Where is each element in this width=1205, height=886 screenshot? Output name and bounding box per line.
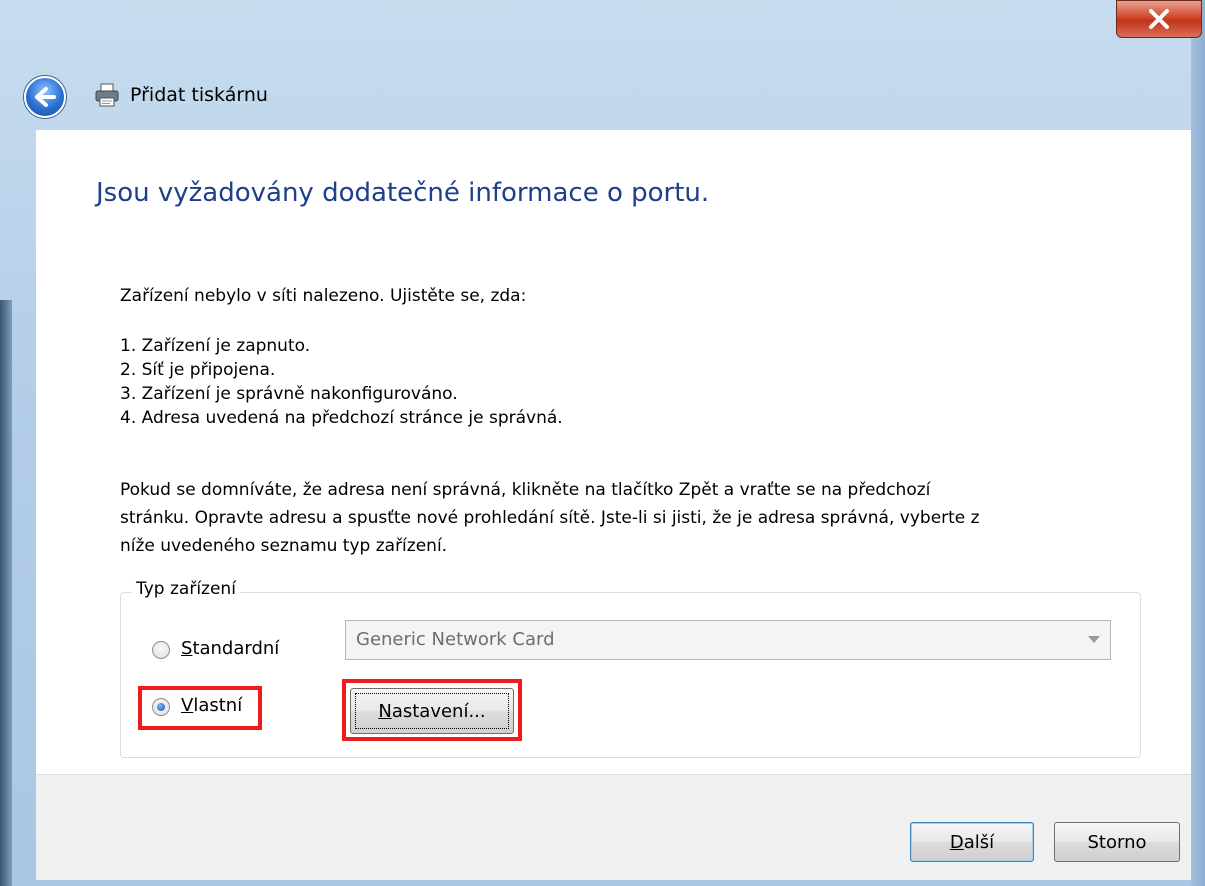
standard-device-combo[interactable]: Generic Network Card — [345, 620, 1111, 660]
window-title: Přidat tiskárnu — [130, 84, 268, 106]
cancel-button[interactable]: Storno — [1054, 822, 1180, 862]
back-arrow-icon — [35, 87, 56, 107]
page-title: Jsou vyžadovány dodatečné informace o po… — [96, 178, 710, 208]
advice-line-2: stránku. Opravte adresu a spusťte nové p… — [120, 508, 980, 528]
chevron-down-icon — [1088, 636, 1100, 643]
cancel-label: Storno — [1087, 831, 1147, 853]
highlight-settings-button — [342, 679, 522, 741]
device-type-group — [120, 592, 1141, 758]
window-frame-right — [1191, 0, 1205, 886]
next-accel: D — [949, 831, 964, 853]
standard-radio[interactable] — [152, 641, 170, 659]
standard-accel: S — [181, 638, 193, 659]
intro-text: Zařízení nebylo v síti nalezeno. Ujistět… — [120, 286, 527, 306]
standard-device-combo-value: Generic Network Card — [356, 629, 555, 650]
add-printer-window: Přidat tiskárnu Jsou vyžadovány dodatečn… — [0, 0, 1205, 886]
standard-radio-label[interactable]: Standardní — [181, 638, 279, 659]
printer-icon — [95, 83, 119, 107]
checklist-item-4: 4. Adresa uvedená na předchozí stránce j… — [120, 408, 563, 428]
window-frame-left — [0, 300, 12, 886]
device-type-legend: Typ zařízení — [132, 579, 240, 599]
standard-label-rest: tandardní — [192, 638, 280, 659]
back-button[interactable] — [24, 76, 66, 118]
advice-line-3: níže uvedeného seznamu typ zařízení. — [120, 536, 448, 556]
next-button[interactable]: Další — [910, 822, 1034, 862]
advice-line-1: Pokud se domníváte, že adresa není správ… — [120, 480, 931, 500]
checklist-item-1: 1. Zařízení je zapnuto. — [120, 336, 311, 356]
checklist-item-2: 2. Síť je připojena. — [120, 360, 276, 380]
next-label-rest: alší — [963, 831, 995, 853]
checklist-item-3: 3. Zařízení je správně nakonfigurováno. — [120, 384, 458, 404]
close-button[interactable] — [1116, 0, 1202, 38]
highlight-custom-radio — [138, 686, 262, 730]
close-icon — [1149, 9, 1169, 29]
